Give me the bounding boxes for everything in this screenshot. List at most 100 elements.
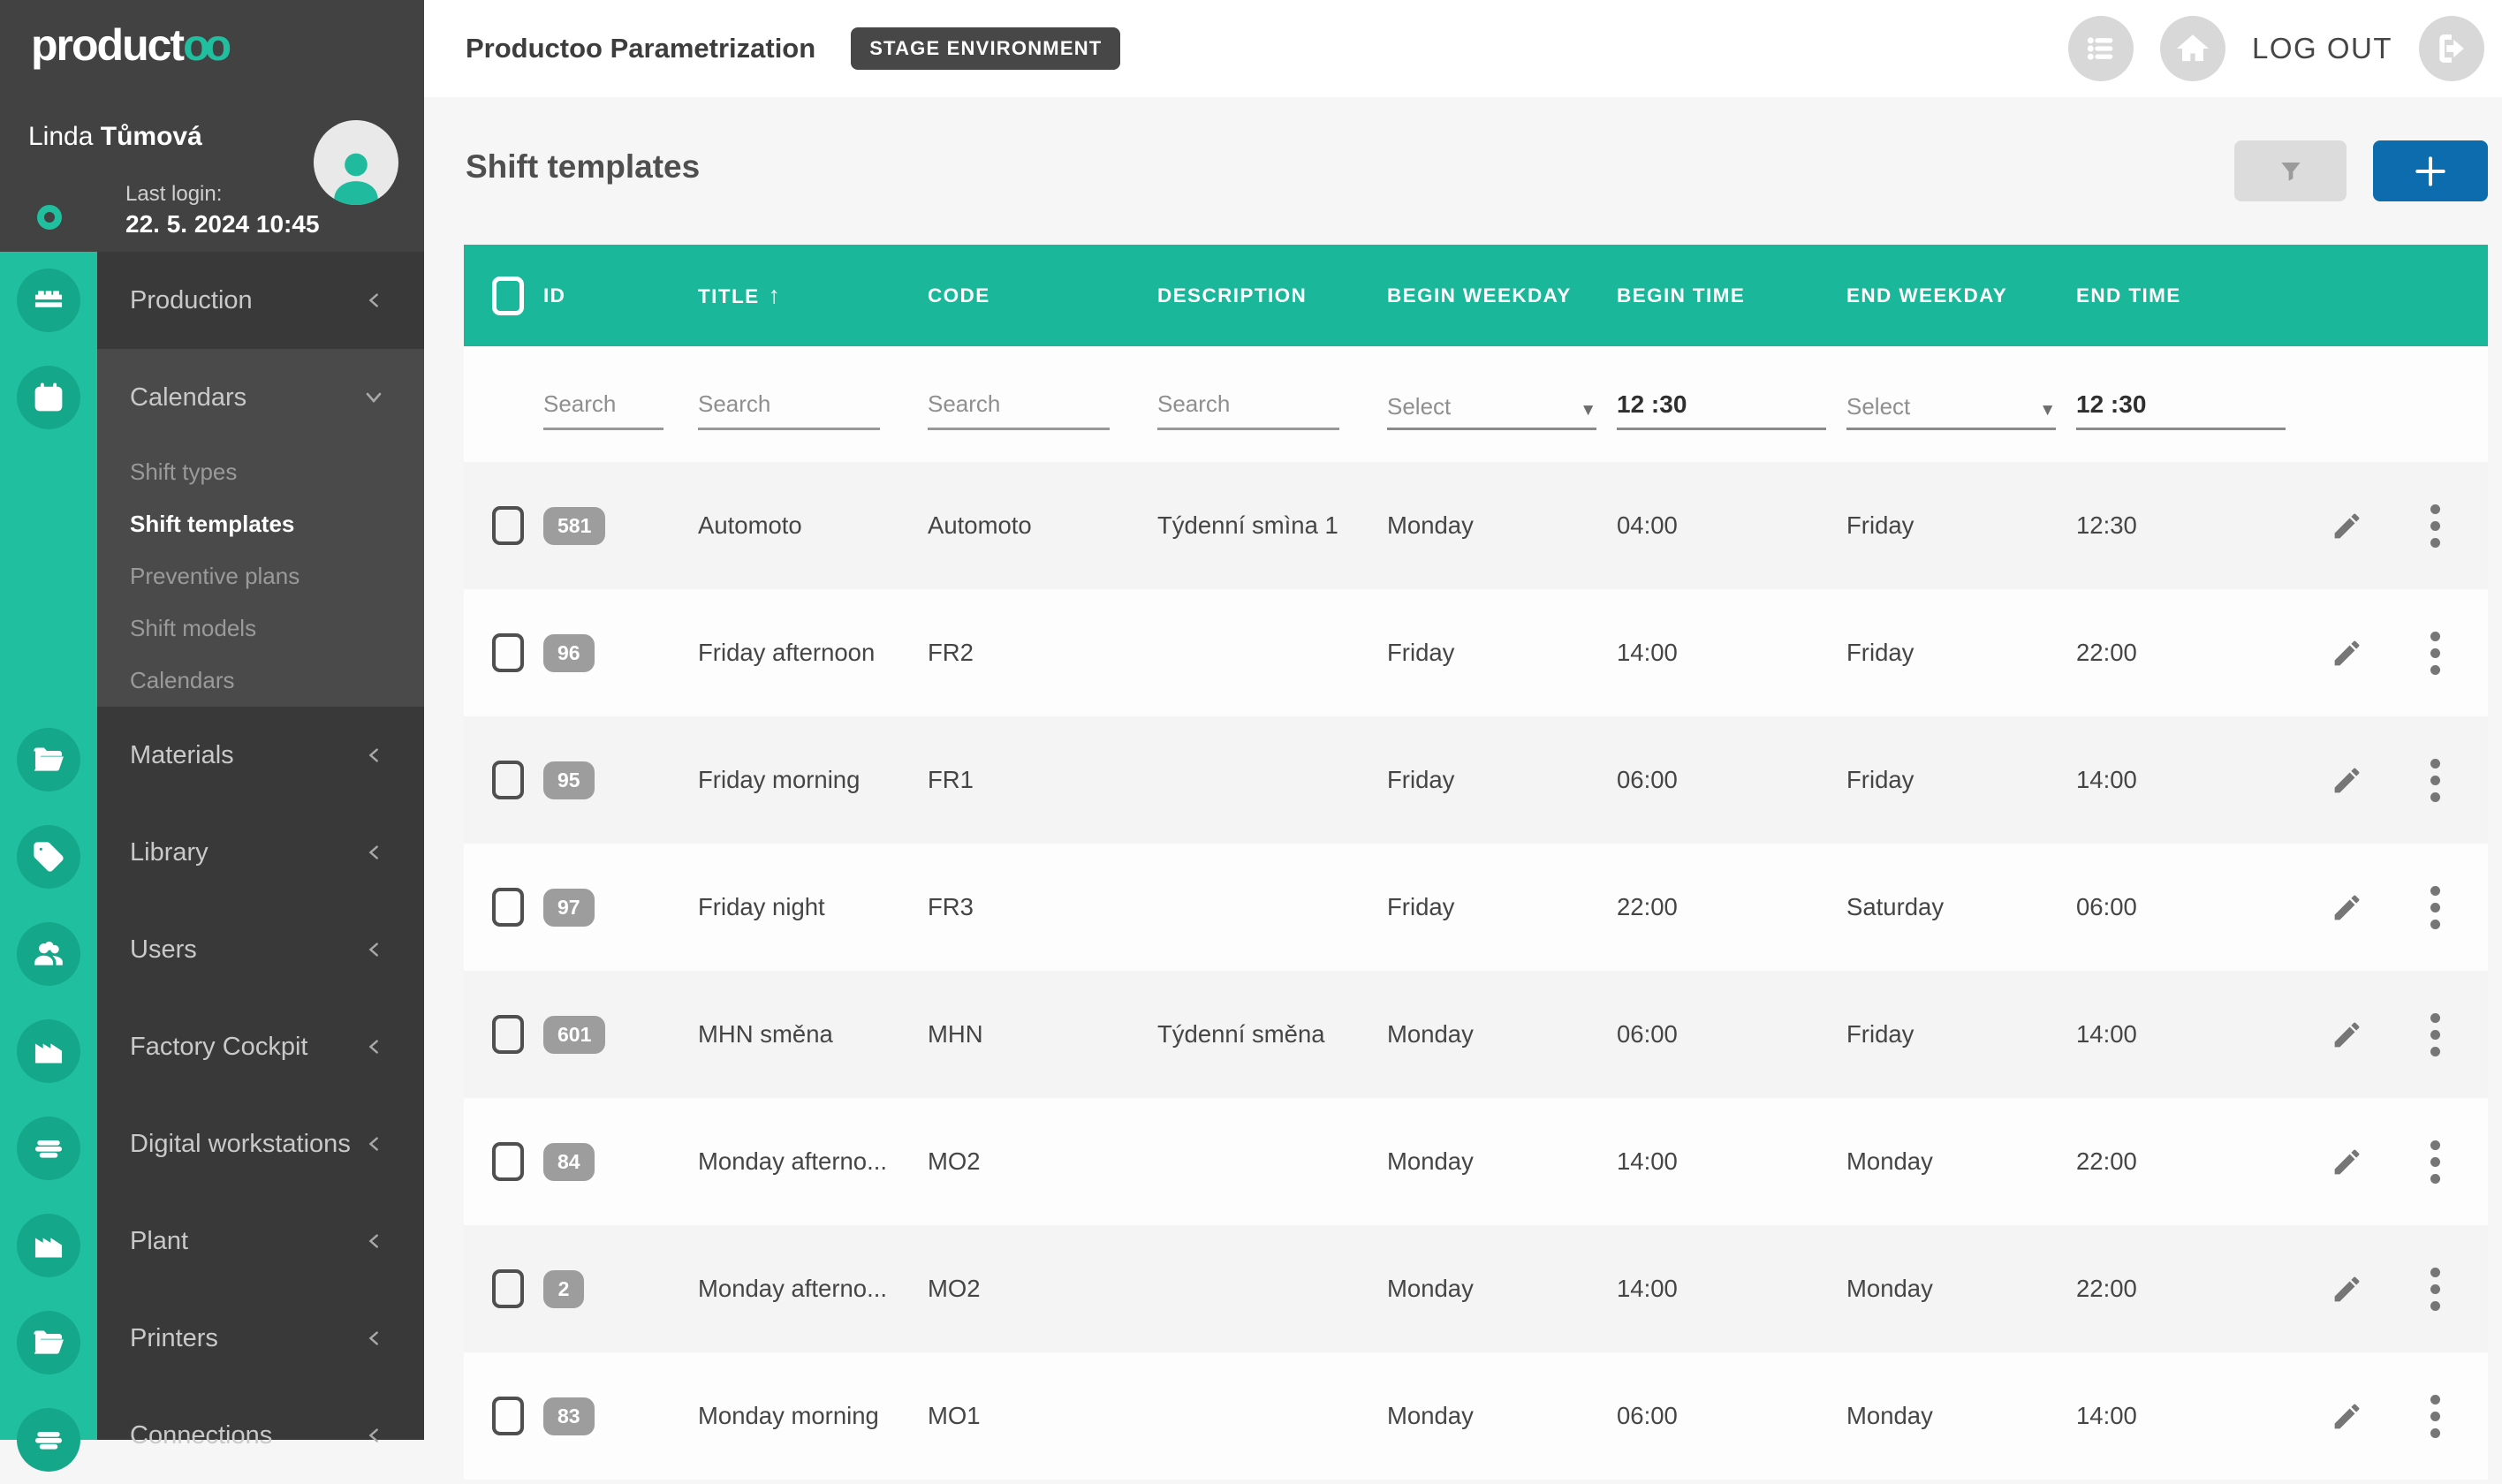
pencil-icon bbox=[2331, 764, 2363, 797]
logout-label[interactable]: LOG OUT bbox=[2252, 32, 2392, 65]
avatar[interactable] bbox=[314, 120, 398, 205]
edit-button[interactable] bbox=[2331, 891, 2363, 924]
cell-begin-time: 06:00 bbox=[1617, 1020, 1846, 1049]
production-icon[interactable] bbox=[17, 269, 80, 332]
shift-templates-table: ID TITLE↑ CODE DESCRIPTION BEGIN WEEKDAY… bbox=[464, 245, 2488, 1480]
cell-title: Monday afterno... bbox=[698, 1147, 928, 1176]
home-button[interactable] bbox=[2160, 16, 2225, 81]
row-checkbox[interactable] bbox=[492, 633, 524, 672]
filter-button[interactable] bbox=[2234, 140, 2347, 201]
row-checkbox[interactable] bbox=[492, 1397, 524, 1435]
row-checkbox[interactable] bbox=[492, 506, 524, 545]
row-checkbox[interactable] bbox=[492, 761, 524, 799]
workstations-icon[interactable] bbox=[17, 1117, 80, 1180]
edit-button[interactable] bbox=[2331, 510, 2363, 542]
person-icon bbox=[325, 143, 387, 205]
printers-folder-icon[interactable] bbox=[17, 1311, 80, 1374]
connections-icon[interactable] bbox=[17, 1408, 80, 1472]
end-weekday-select[interactable]: Select ▼ bbox=[1846, 381, 2056, 430]
row-menu-button[interactable] bbox=[2423, 1264, 2447, 1314]
row-menu-button[interactable] bbox=[2423, 882, 2447, 933]
description-search-input[interactable] bbox=[1157, 381, 1339, 430]
edit-button[interactable] bbox=[2331, 1400, 2363, 1433]
column-header-end-time[interactable]: END TIME bbox=[2076, 284, 2306, 307]
library-tag-icon[interactable] bbox=[17, 825, 80, 889]
chevron-left-icon bbox=[365, 1134, 384, 1154]
productoo-logo[interactable]: productoo bbox=[31, 19, 226, 71]
logout-icon bbox=[2434, 31, 2469, 66]
cell-code: FR2 bbox=[928, 639, 1157, 667]
table-filter-row: Select ▼ Select ▼ bbox=[464, 346, 2488, 462]
column-header-title[interactable]: TITLE↑ bbox=[698, 282, 928, 309]
column-header-begin-time[interactable]: BEGIN TIME bbox=[1617, 284, 1846, 307]
pencil-icon bbox=[2331, 1273, 2363, 1306]
cell-code: FR3 bbox=[928, 893, 1157, 921]
begin-time-input[interactable] bbox=[1617, 381, 1826, 430]
cell-end-time: 14:00 bbox=[2076, 1020, 2306, 1049]
list-menu-button[interactable] bbox=[2068, 16, 2134, 81]
cell-end-time: 22:00 bbox=[2076, 639, 2306, 667]
pencil-icon bbox=[2331, 637, 2363, 670]
row-menu-button[interactable] bbox=[2423, 1137, 2447, 1187]
cell-code: MO2 bbox=[928, 1147, 1157, 1176]
table-row: 97 Friday night FR3 Friday 22:00 Saturda… bbox=[464, 844, 2488, 971]
list-icon bbox=[2083, 31, 2119, 66]
edit-button[interactable] bbox=[2331, 1018, 2363, 1051]
row-checkbox[interactable] bbox=[492, 1142, 524, 1181]
calendars-icon[interactable] bbox=[17, 366, 80, 429]
column-header-id[interactable]: ID bbox=[543, 284, 698, 307]
home-icon bbox=[2175, 31, 2210, 66]
column-header-end-weekday[interactable]: END WEEKDAY bbox=[1846, 284, 2076, 307]
row-checkbox[interactable] bbox=[492, 1269, 524, 1308]
online-status-icon bbox=[37, 205, 62, 230]
cell-title: Friday afternoon bbox=[698, 639, 928, 667]
table-row: 84 Monday afterno... MO2 Monday 14:00 Mo… bbox=[464, 1098, 2488, 1225]
row-checkbox[interactable] bbox=[492, 1015, 524, 1054]
cell-begin-weekday: Friday bbox=[1387, 893, 1617, 921]
edit-button[interactable] bbox=[2331, 1146, 2363, 1178]
cell-end-time: 22:00 bbox=[2076, 1275, 2306, 1303]
column-header-begin-weekday[interactable]: BEGIN WEEKDAY bbox=[1387, 284, 1617, 307]
edit-button[interactable] bbox=[2331, 1273, 2363, 1306]
title-search-input[interactable] bbox=[698, 381, 880, 430]
id-badge: 96 bbox=[543, 634, 595, 672]
end-time-input[interactable] bbox=[2076, 381, 2286, 430]
row-menu-button[interactable] bbox=[2423, 1391, 2447, 1442]
factory-icon[interactable] bbox=[17, 1019, 80, 1083]
select-all-checkbox[interactable] bbox=[492, 276, 524, 315]
pencil-icon bbox=[2331, 1146, 2363, 1178]
row-menu-button[interactable] bbox=[2423, 628, 2447, 678]
row-menu-button[interactable] bbox=[2423, 1010, 2447, 1060]
logout-button[interactable] bbox=[2419, 16, 2484, 81]
cell-end-weekday: Friday bbox=[1846, 511, 2076, 540]
users-icon[interactable] bbox=[17, 922, 80, 986]
id-badge: 2 bbox=[543, 1270, 584, 1308]
cell-end-weekday: Monday bbox=[1846, 1147, 2076, 1176]
column-header-code[interactable]: CODE bbox=[928, 284, 1157, 307]
code-search-input[interactable] bbox=[928, 381, 1110, 430]
last-login-label: Last login: bbox=[125, 182, 222, 207]
row-checkbox[interactable] bbox=[492, 888, 524, 927]
last-login-value: 22. 5. 2024 10:45 bbox=[125, 210, 320, 238]
add-button[interactable] bbox=[2373, 140, 2488, 201]
table-row: 95 Friday morning FR1 Friday 06:00 Frida… bbox=[464, 716, 2488, 844]
sidebar-item-label: Production bbox=[130, 286, 253, 315]
cell-end-weekday: Monday bbox=[1846, 1275, 2076, 1303]
column-header-description[interactable]: DESCRIPTION bbox=[1157, 284, 1387, 307]
id-badge: 83 bbox=[543, 1397, 595, 1435]
cell-end-weekday: Monday bbox=[1846, 1402, 2076, 1430]
id-search-input[interactable] bbox=[543, 381, 663, 430]
row-menu-button[interactable] bbox=[2423, 501, 2447, 551]
row-menu-button[interactable] bbox=[2423, 755, 2447, 806]
edit-button[interactable] bbox=[2331, 764, 2363, 797]
plant-factory-icon[interactable] bbox=[17, 1214, 80, 1277]
edit-button[interactable] bbox=[2331, 637, 2363, 670]
id-badge: 581 bbox=[543, 507, 605, 545]
chevron-left-icon bbox=[365, 291, 384, 310]
chevron-left-icon bbox=[365, 1037, 384, 1056]
chevron-left-icon bbox=[365, 940, 384, 959]
id-badge: 95 bbox=[543, 761, 595, 799]
begin-weekday-select[interactable]: Select ▼ bbox=[1387, 381, 1596, 430]
materials-folder-icon[interactable] bbox=[17, 728, 80, 791]
sort-ascending-icon: ↑ bbox=[769, 282, 782, 308]
